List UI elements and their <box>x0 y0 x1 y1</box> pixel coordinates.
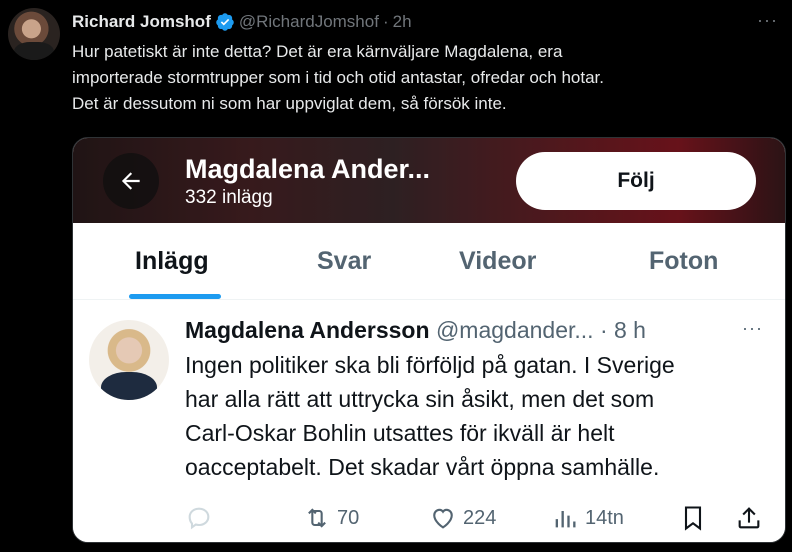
author-avatar[interactable] <box>8 8 60 60</box>
screenshot-card[interactable]: Magdalena Ander... 332 inlägg Följ Inläg… <box>72 137 786 543</box>
back-button[interactable] <box>103 153 159 209</box>
views-button[interactable]: 14tn <box>551 502 624 534</box>
tweet-header: Richard Jomshof @RichardJomshof · 2h ··· <box>72 10 778 34</box>
views-chart-icon <box>555 511 576 528</box>
post-time[interactable]: 8 h <box>614 317 646 343</box>
separator: · <box>382 12 389 31</box>
profile-tabs: Inlägg Svar Videor Foton <box>73 223 785 300</box>
share-button[interactable] <box>735 502 763 534</box>
bookmark-icon <box>684 506 702 531</box>
post-author-avatar[interactable] <box>89 320 169 400</box>
retweet-icon <box>308 508 326 528</box>
post-text: Ingen politiker ska bli förföljd på gata… <box>185 348 775 484</box>
post-count: 332 inlägg <box>185 187 273 208</box>
tweet-text: Hur patetiskt är inte detta? Det är era … <box>72 39 782 117</box>
author-name[interactable]: Richard Jomshof <box>72 12 211 32</box>
verified-badge-icon <box>216 13 234 31</box>
views-count: 14tn <box>585 506 624 529</box>
post-text-line: oacceptabelt. Det skadar vårt öppna samh… <box>185 454 660 480</box>
profile-name: Magdalena Ander... <box>185 154 431 184</box>
tab-replies[interactable]: Svar <box>317 247 371 276</box>
tweet-text-line: Hur patetiskt är inte detta? Det är era … <box>72 42 563 61</box>
post-header: Magdalena Andersson @magdander... · 8 h <box>185 317 646 344</box>
post-text-line: Carl-Oskar Bohlin utsattes för ikväll är… <box>185 420 615 446</box>
post-text-line: har alla rätt att uttrycka sin åsikt, me… <box>185 386 655 412</box>
active-tab-indicator <box>129 294 221 299</box>
post-more-icon[interactable]: ··· <box>742 318 763 339</box>
post-text-line: Ingen politiker ska bli förföljd på gata… <box>185 352 675 378</box>
tab-videos[interactable]: Videor <box>459 247 536 276</box>
bookmark-button[interactable] <box>679 502 707 534</box>
tweet-time[interactable]: 2h <box>393 12 412 32</box>
post-author-handle[interactable]: @magdander... <box>436 317 594 343</box>
retweet-button[interactable]: 70 <box>303 502 359 534</box>
reply-button[interactable] <box>185 502 213 534</box>
arrow-left-icon <box>121 172 140 190</box>
author-handle[interactable]: @RichardJomshof <box>239 12 379 32</box>
heart-icon <box>433 508 453 529</box>
post-author-name[interactable]: Magdalena Andersson <box>185 317 430 343</box>
tweet-text-line: Det är dessutom ni som har uppviglat dem… <box>72 94 507 113</box>
tab-posts[interactable]: Inlägg <box>135 247 209 276</box>
tab-photos[interactable]: Foton <box>649 247 718 276</box>
reply-icon <box>188 507 210 530</box>
like-count: 224 <box>463 506 497 529</box>
tweet-text-line: importerade stormtrupper som i tid och o… <box>72 68 604 87</box>
separator: · <box>599 317 608 343</box>
share-icon <box>738 507 760 529</box>
follow-button[interactable]: Följ <box>516 152 756 210</box>
more-options-icon[interactable]: ··· <box>757 10 778 31</box>
embedded-post[interactable]: Magdalena Andersson @magdander... · 8 h … <box>73 300 785 542</box>
retweet-count: 70 <box>337 506 360 529</box>
like-button[interactable]: 224 <box>429 502 496 534</box>
post-actions: 70 224 14tn <box>185 502 777 534</box>
